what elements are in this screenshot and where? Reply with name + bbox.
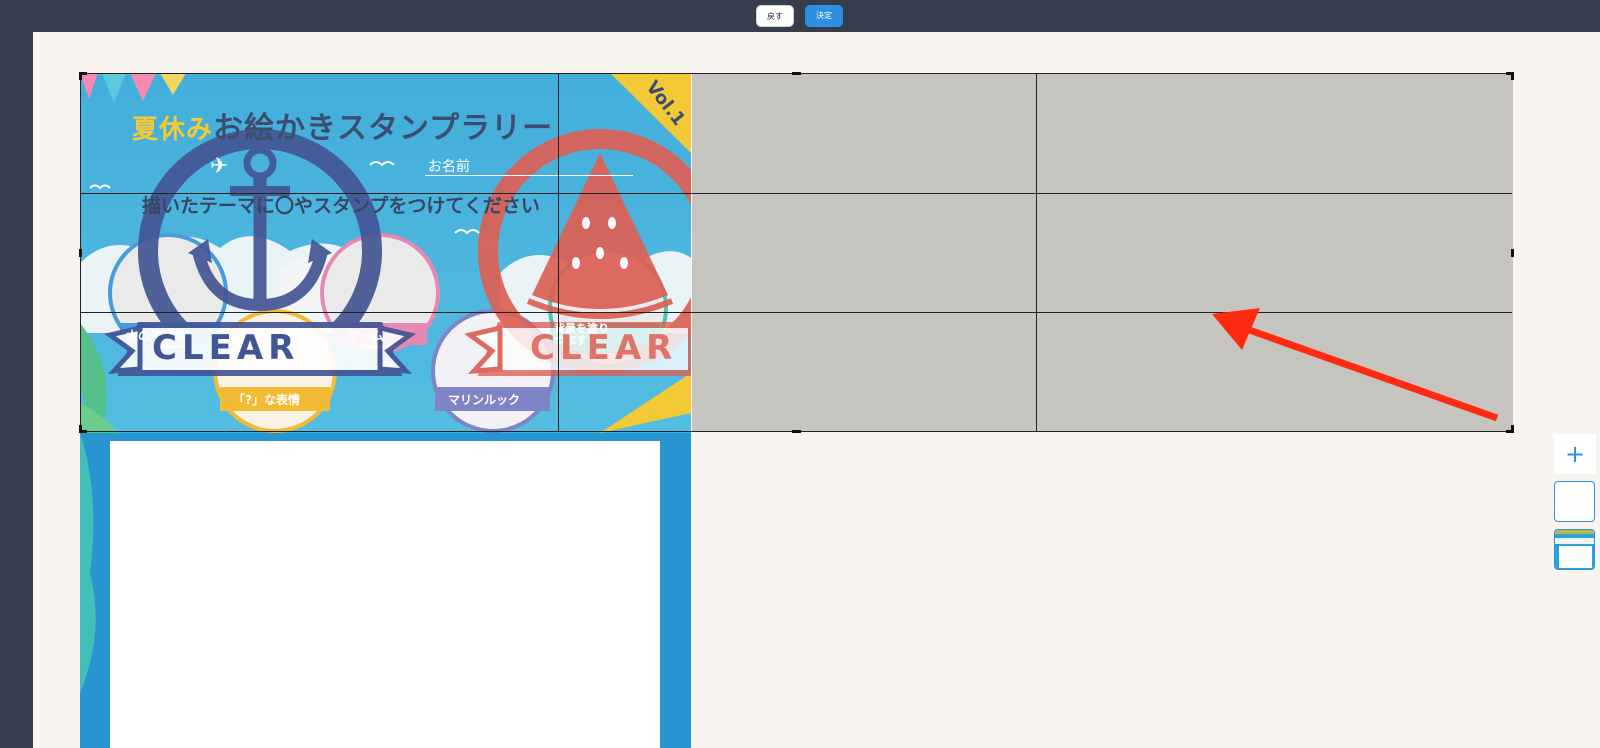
page-thumbnail-blank[interactable] [1554,481,1595,522]
add-page-button[interactable]: + [1554,434,1596,474]
page-thumbnail-poster[interactable] [1554,529,1595,570]
annotation-arrow-icon [1212,308,1499,422]
thumbnail-preview-icon [1555,530,1594,569]
